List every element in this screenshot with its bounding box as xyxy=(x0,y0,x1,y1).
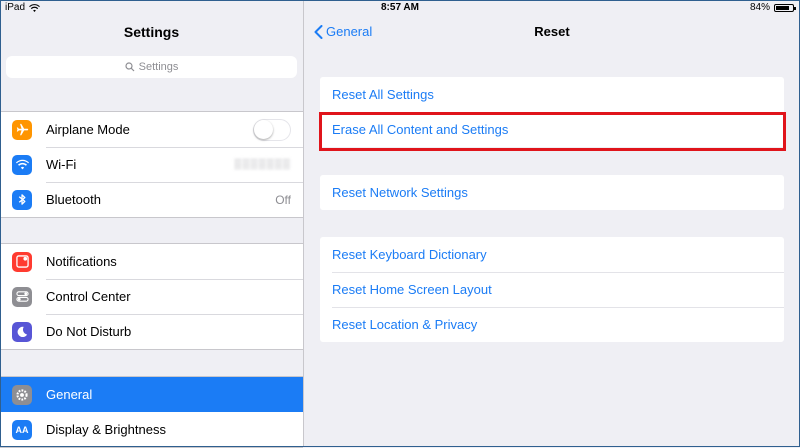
sidebar-item-label: Control Center xyxy=(46,289,131,304)
moon-icon xyxy=(12,321,32,342)
highlight-annotation-box xyxy=(319,112,786,151)
status-bar: iPad 8:57 AM 84% xyxy=(0,0,800,16)
sidebar-item-label: General xyxy=(46,387,93,402)
reset-all-settings-button[interactable]: Reset All Settings xyxy=(320,77,784,112)
chevron-left-icon xyxy=(314,24,323,39)
wifi-icon xyxy=(12,154,32,175)
status-time: 8:57 AM xyxy=(381,2,419,13)
bluetooth-status-value: Off xyxy=(275,192,291,207)
notifications-icon xyxy=(12,251,32,272)
search-placeholder: Settings xyxy=(138,61,179,73)
settings-sidebar: Settings Settings Airplane Mode Wi-Fi ▒▒… xyxy=(0,0,304,448)
sidebar-item-wifi[interactable]: Wi-Fi ▒▒▒▒▒▒▒ xyxy=(0,147,303,182)
sidebar-title: Settings xyxy=(123,24,180,40)
sidebar-group-general: General AA Display & Brightness xyxy=(0,376,303,448)
sidebar-item-label: Display & Brightness xyxy=(46,422,166,437)
reset-group-network: Reset Network Settings xyxy=(320,175,784,210)
sidebar-item-notifications[interactable]: Notifications xyxy=(0,244,303,279)
back-button[interactable]: General xyxy=(314,24,372,39)
toggle-knob xyxy=(254,119,273,139)
page-title: Reset xyxy=(534,24,570,39)
sidebar-item-do-not-disturb[interactable]: Do Not Disturb xyxy=(0,314,303,349)
battery-percentage: 84% xyxy=(749,2,770,13)
reset-detail-pane: Reset General Reset All Settings Erase A… xyxy=(304,0,800,447)
sidebar-item-label: Notifications xyxy=(46,254,117,269)
back-button-label: General xyxy=(326,24,373,39)
control-center-icon xyxy=(12,286,32,307)
sidebar-item-general[interactable]: General xyxy=(0,377,303,412)
reset-home-screen-layout-button[interactable]: Reset Home Screen Layout xyxy=(320,272,784,307)
gear-icon xyxy=(12,384,32,405)
search-input[interactable]: Settings xyxy=(6,56,297,78)
sidebar-item-airplane-mode[interactable]: Airplane Mode xyxy=(0,112,303,147)
sidebar-item-label: Bluetooth xyxy=(46,192,101,207)
sidebar-item-display-brightness[interactable]: AA Display & Brightness xyxy=(0,412,303,447)
reset-location-privacy-button[interactable]: Reset Location & Privacy xyxy=(320,307,784,342)
sidebar-group-notifications: Notifications Control Center Do Not Dist… xyxy=(0,243,303,350)
sidebar-item-label: Airplane Mode xyxy=(46,122,130,137)
sidebar-item-label: Do Not Disturb xyxy=(46,324,132,339)
airplane-mode-toggle[interactable] xyxy=(253,118,291,141)
sidebar-item-bluetooth[interactable]: Bluetooth Off xyxy=(0,182,303,217)
wifi-network-name-redacted: ▒▒▒▒▒▒▒ xyxy=(234,159,291,170)
sidebar-group-connectivity: Airplane Mode Wi-Fi ▒▒▒▒▒▒▒ Bluetooth Of… xyxy=(0,111,303,218)
reset-keyboard-dictionary-button[interactable]: Reset Keyboard Dictionary xyxy=(320,237,784,272)
search-icon xyxy=(125,62,135,72)
sidebar-item-label: Wi-Fi xyxy=(46,157,77,172)
bluetooth-icon xyxy=(12,189,32,210)
reset-group-other: Reset Keyboard Dictionary Reset Home Scr… xyxy=(320,237,784,342)
battery-level-fill xyxy=(776,5,790,10)
display-icon: AA xyxy=(12,419,32,440)
airplane-icon xyxy=(12,119,32,140)
battery-icon xyxy=(774,3,796,12)
reset-network-settings-button[interactable]: Reset Network Settings xyxy=(320,175,784,210)
sidebar-item-control-center[interactable]: Control Center xyxy=(0,279,303,314)
